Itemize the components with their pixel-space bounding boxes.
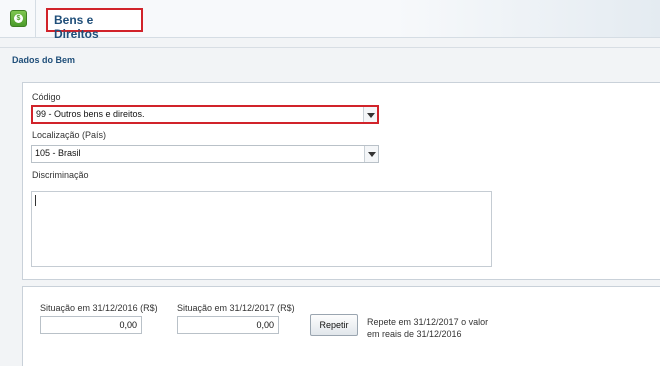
situacao-2016-input[interactable]: 0,00 xyxy=(40,316,142,334)
repetir-note-line2: em reais de 31/12/2016 xyxy=(367,329,462,339)
codigo-select[interactable]: 99 - Outros bens e direitos. xyxy=(31,105,379,124)
app-icon-box[interactable]: $ xyxy=(0,0,36,38)
situacao-2016-label: Situação em 31/12/2016 (R$) xyxy=(40,303,158,313)
codigo-value: 99 - Outros bens e direitos. xyxy=(36,109,145,119)
repetir-note: Repete em 31/12/2017 o valor em reais de… xyxy=(367,316,507,340)
localizacao-label: Localização (País) xyxy=(32,130,107,140)
discriminacao-label: Discriminação xyxy=(32,170,89,180)
header-bar: $ Bens e Direitos xyxy=(0,0,660,41)
section-divider xyxy=(0,47,660,48)
situacao-2017-input[interactable]: 0,00 xyxy=(177,316,279,334)
situacao-2016-value: 0,00 xyxy=(119,320,137,330)
situacao-2017-label: Situação em 31/12/2017 (R$) xyxy=(177,303,295,313)
situacao-2017-value: 0,00 xyxy=(256,320,274,330)
situacao-panel: Situação em 31/12/2016 (R$) 0,00 Situaçã… xyxy=(22,286,660,366)
repetir-note-line1: Repete em 31/12/2017 o valor xyxy=(367,317,489,327)
dados-panel: Código 99 - Outros bens e direitos. Loca… xyxy=(22,82,660,280)
repetir-button[interactable]: Repetir xyxy=(310,314,358,336)
discriminacao-textarea[interactable] xyxy=(31,191,492,267)
text-caret xyxy=(35,195,36,206)
section-title: Dados do Bem xyxy=(12,55,76,65)
money-bag-icon: $ xyxy=(10,10,27,27)
codigo-label: Código xyxy=(32,92,61,102)
page-title-box: Bens e Direitos xyxy=(46,8,143,41)
localizacao-select[interactable]: 105 - Brasil xyxy=(31,145,379,163)
chevron-down-icon[interactable] xyxy=(364,146,378,162)
localizacao-value: 105 - Brasil xyxy=(35,148,81,158)
page-title: Bens e Direitos xyxy=(54,13,99,41)
chevron-down-icon[interactable] xyxy=(363,107,377,122)
